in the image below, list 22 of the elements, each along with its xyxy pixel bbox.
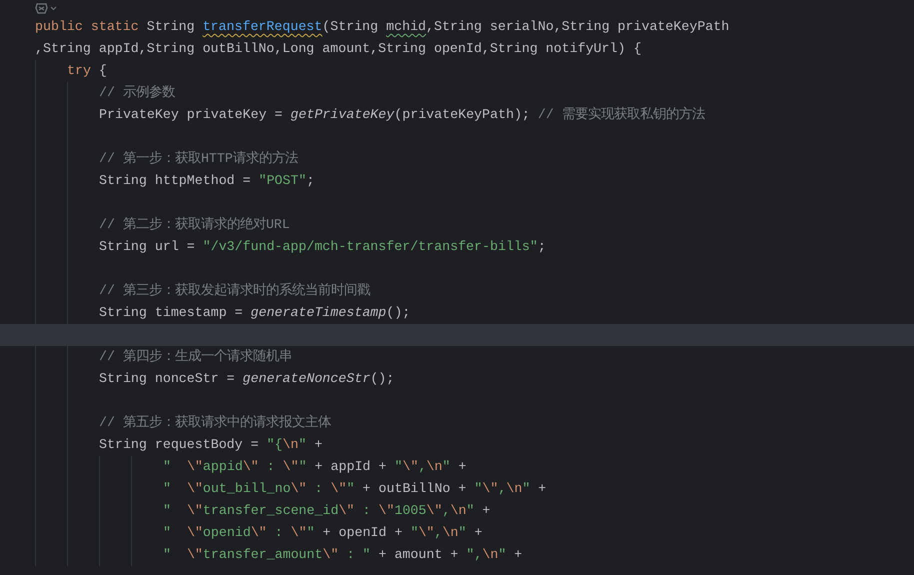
code-line: String url = "/v3/fund-app/mch-transfer/transfer-bills"; [99, 238, 546, 256]
code-line: ,String appId,String outBillNo,Long amount,String openId,String notifyUrl) { [35, 40, 642, 58]
code-line: String nonceStr = generateNonceStr(); [99, 370, 394, 388]
code-line: String httpMethod = "POST"; [99, 172, 314, 190]
code-line: String timestamp = generateTimestamp(); [99, 304, 410, 322]
code-line: " \"appid\" : \"" + appId + "\",\n" + [163, 458, 466, 476]
code-comment: // 第五步：获取请求中的请求报文主体 [99, 414, 331, 432]
ai-assistant-icon[interactable] [35, 2, 48, 14]
code-line: String requestBody = "{\n" + [99, 436, 322, 454]
code-line: " \"transfer_scene_id\" : \"1005\",\n" + [163, 502, 490, 520]
code-line: " \"out_bill_no\" : \"" + outBillNo + "\",\n" + [163, 480, 546, 498]
code-line: " \"transfer_amount\" : " + amount + ",\n" + [163, 546, 522, 564]
code-comment: // 第二步：获取请求的绝对URL [99, 216, 290, 234]
code-line: try { [67, 62, 107, 80]
code-comment: // 示例参数 [99, 84, 175, 102]
code-comment: // 第四步：生成一个请求随机串 [99, 348, 292, 366]
code-line: public static String transferRequest(String mchid,String serialNo,String privateKeyPath [35, 18, 730, 36]
code-comment: // 第一步：获取HTTP请求的方法 [99, 150, 298, 168]
code-line: PrivateKey privateKey = getPrivateKey(privateKeyPath); // 需要实现获取私钥的方法 [99, 106, 705, 124]
chevron-down-icon[interactable] [50, 6, 57, 10]
code-line: " \"openid\" : \"" + openId + "\",\n" + [163, 524, 482, 542]
code-comment: // 第三步：获取发起请求时的系统当前时间戳 [99, 282, 370, 300]
